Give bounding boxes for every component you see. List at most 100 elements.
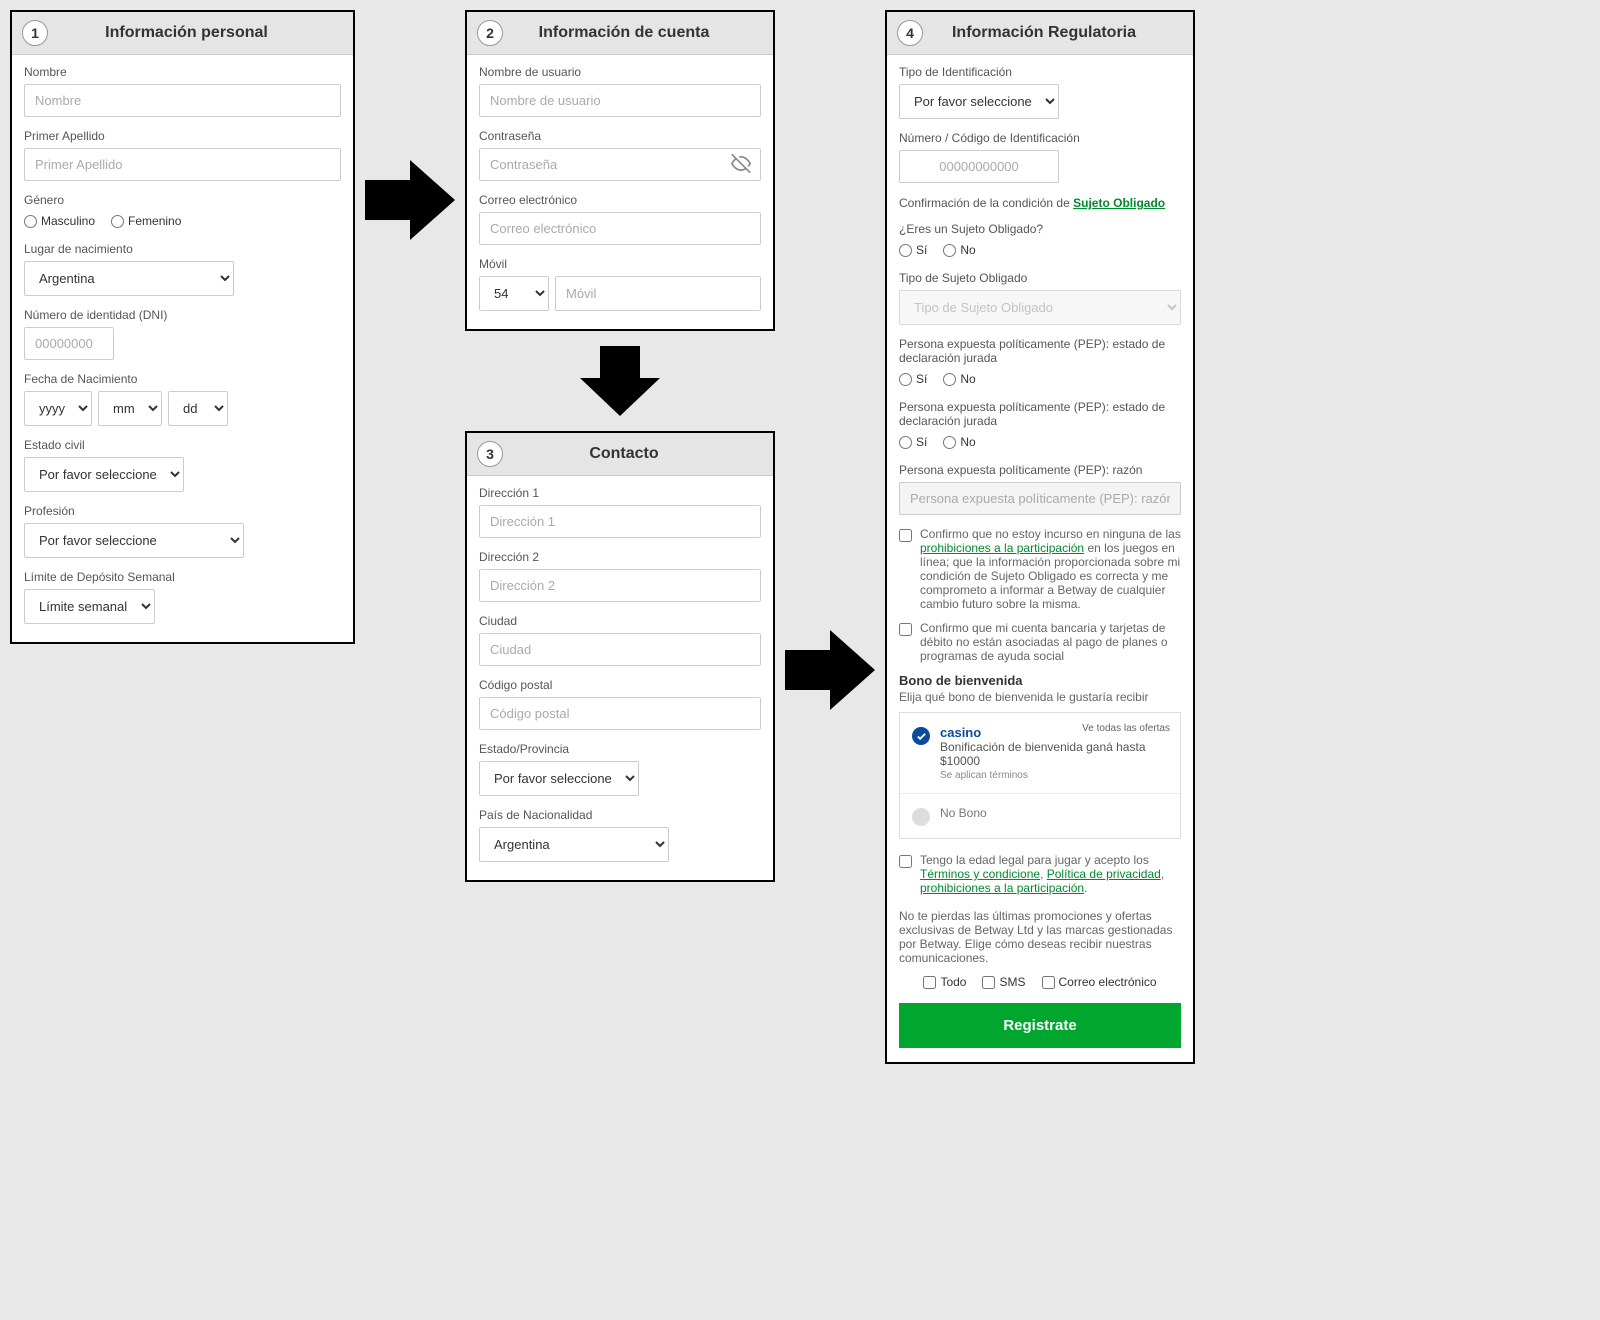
confirm1-row: Confirmo que no estoy incurso en ninguna…: [899, 527, 1181, 611]
tipo-id-select[interactable]: Por favor seleccione: [899, 84, 1059, 119]
sujeto-no[interactable]: No: [943, 243, 975, 257]
prohibiciones-link[interactable]: prohibiciones a la participación: [920, 541, 1084, 555]
panel-title-3: Contacto: [515, 445, 763, 463]
dir1-label: Dirección 1: [479, 486, 761, 500]
contrasena-input[interactable]: [479, 148, 761, 181]
bonus-none-option[interactable]: No Bono: [900, 794, 1180, 838]
lugar-select[interactable]: Argentina: [24, 261, 234, 296]
bonus-terms: Se aplican términos: [940, 770, 1168, 781]
sujeto-si[interactable]: Sí: [899, 243, 927, 257]
radio-empty-icon: [912, 808, 930, 826]
register-button[interactable]: Registrate: [899, 1003, 1181, 1048]
sujeto-q-label: ¿Eres un Sujeto Obligado?: [899, 222, 1181, 236]
provincia-label: Estado/Provincia: [479, 742, 761, 756]
opt-todo[interactable]: Todo: [923, 975, 966, 989]
step-badge-2: 2: [477, 20, 503, 46]
dir1-input[interactable]: [479, 505, 761, 538]
yyyy-select[interactable]: yyyy: [24, 391, 92, 426]
genero-masculino[interactable]: Masculino: [24, 214, 95, 228]
ver-ofertas-link[interactable]: Ve todas las ofertas: [1082, 723, 1170, 734]
terminos-link[interactable]: Términos y condicione: [920, 867, 1040, 881]
marketing-text: No te pierdas las últimas promociones y …: [899, 909, 1181, 965]
pep1-label: Persona expuesta políticamente (PEP): es…: [899, 337, 1181, 365]
pep-razon-input[interactable]: [899, 482, 1181, 515]
step-badge-1: 1: [22, 20, 48, 46]
panel-personal-info: 1 Información personal Nombre Primer Ape…: [10, 10, 355, 644]
pep2-no[interactable]: No: [943, 435, 975, 449]
limite-label: Límite de Depósito Semanal: [24, 570, 341, 584]
dni-input[interactable]: [24, 327, 114, 360]
usuario-label: Nombre de usuario: [479, 65, 761, 79]
usuario-input[interactable]: [479, 84, 761, 117]
estado-select[interactable]: Por favor seleccione: [24, 457, 184, 492]
opt-sms[interactable]: SMS: [982, 975, 1025, 989]
profesion-select[interactable]: Por favor seleccione: [24, 523, 244, 558]
estado-label: Estado civil: [24, 438, 341, 452]
dir2-input[interactable]: [479, 569, 761, 602]
legal-checkbox[interactable]: [899, 855, 912, 868]
ciudad-label: Ciudad: [479, 614, 761, 628]
tipo-sujeto-select[interactable]: Tipo de Sujeto Obligado: [899, 290, 1181, 325]
tipo-sujeto-label: Tipo de Sujeto Obligado: [899, 271, 1181, 285]
bonus-none-label: No Bono: [940, 806, 987, 820]
pep2-si[interactable]: Sí: [899, 435, 927, 449]
apellido-label: Primer Apellido: [24, 129, 341, 143]
legal-row: Tengo la edad legal para jugar y acepto …: [899, 853, 1181, 895]
mm-select[interactable]: mm: [98, 391, 162, 426]
pep1-si[interactable]: Sí: [899, 372, 927, 386]
bonus-header: Bono de bienvenida: [899, 673, 1181, 688]
sujeto-confirm-text: Confirmación de la condición de Sujeto O…: [899, 196, 1165, 210]
cp-label: Código postal: [479, 678, 761, 692]
pep1-no[interactable]: No: [943, 372, 975, 386]
step-badge-3: 3: [477, 441, 503, 467]
confirm1-checkbox[interactable]: [899, 529, 912, 542]
apellido-input[interactable]: [24, 148, 341, 181]
panel-title-1: Información personal: [60, 24, 343, 42]
correo-input[interactable]: [479, 212, 761, 245]
movil-code-select[interactable]: 54: [479, 276, 549, 311]
cp-input[interactable]: [479, 697, 761, 730]
opt-email[interactable]: Correo electrónico: [1042, 975, 1157, 989]
profesion-label: Profesión: [24, 504, 341, 518]
bonus-casino-desc: Bonificación de bienvenida ganá hasta $1…: [940, 740, 1168, 768]
check-icon: [912, 727, 930, 745]
pais-label: País de Nacionalidad: [479, 808, 761, 822]
confirm2-checkbox[interactable]: [899, 623, 912, 636]
bonus-sub: Elija qué bono de bienvenida le gustaría…: [899, 690, 1181, 704]
sujeto-obligado-link[interactable]: Sujeto Obligado: [1073, 196, 1165, 210]
movil-label: Móvil: [479, 257, 761, 271]
panel-account-info: 2 Información de cuenta Nombre de usuari…: [465, 10, 775, 331]
arrow-down-icon: [580, 346, 660, 416]
lugar-label: Lugar de nacimiento: [24, 242, 341, 256]
provincia-select[interactable]: Por favor seleccione: [479, 761, 639, 796]
tipo-id-label: Tipo de Identificación: [899, 65, 1181, 79]
panel-title-4: Información Regulatoria: [935, 24, 1183, 42]
arrow-right-icon: [785, 630, 875, 710]
panel-contacto: 3 Contacto Dirección 1 Dirección 2 Ciuda…: [465, 431, 775, 882]
nombre-label: Nombre: [24, 65, 341, 79]
limite-select[interactable]: Límite semanal: [24, 589, 155, 624]
panel-title-2: Información de cuenta: [515, 24, 763, 42]
panel-header: 4 Información Regulatoria: [887, 12, 1193, 55]
panel-header: 2 Información de cuenta: [467, 12, 773, 55]
num-id-input[interactable]: [899, 150, 1059, 183]
prohibiciones-link-2[interactable]: prohibiciones a la participación: [920, 881, 1084, 895]
nombre-input[interactable]: [24, 84, 341, 117]
genero-label: Género: [24, 193, 341, 207]
ciudad-input[interactable]: [479, 633, 761, 666]
step-badge-4: 4: [897, 20, 923, 46]
arrow-right-icon: [365, 160, 455, 240]
dni-label: Número de identidad (DNI): [24, 308, 341, 322]
bonus-casino-option[interactable]: casino Bonificación de bienvenida ganá h…: [900, 713, 1180, 794]
bonus-box: casino Bonificación de bienvenida ganá h…: [899, 712, 1181, 839]
pep-razon-label: Persona expuesta políticamente (PEP): ra…: [899, 463, 1181, 477]
movil-input[interactable]: [555, 276, 761, 311]
dd-select[interactable]: dd: [168, 391, 228, 426]
privacidad-link[interactable]: Política de privacidad: [1047, 867, 1161, 881]
confirm2-row: Confirmo que mi cuenta bancaria y tarjet…: [899, 621, 1181, 663]
fecha-label: Fecha de Nacimiento: [24, 372, 341, 386]
pais-select[interactable]: Argentina: [479, 827, 669, 862]
panel-header: 3 Contacto: [467, 433, 773, 476]
eye-off-icon[interactable]: [731, 153, 751, 176]
genero-femenino[interactable]: Femenino: [111, 214, 181, 228]
